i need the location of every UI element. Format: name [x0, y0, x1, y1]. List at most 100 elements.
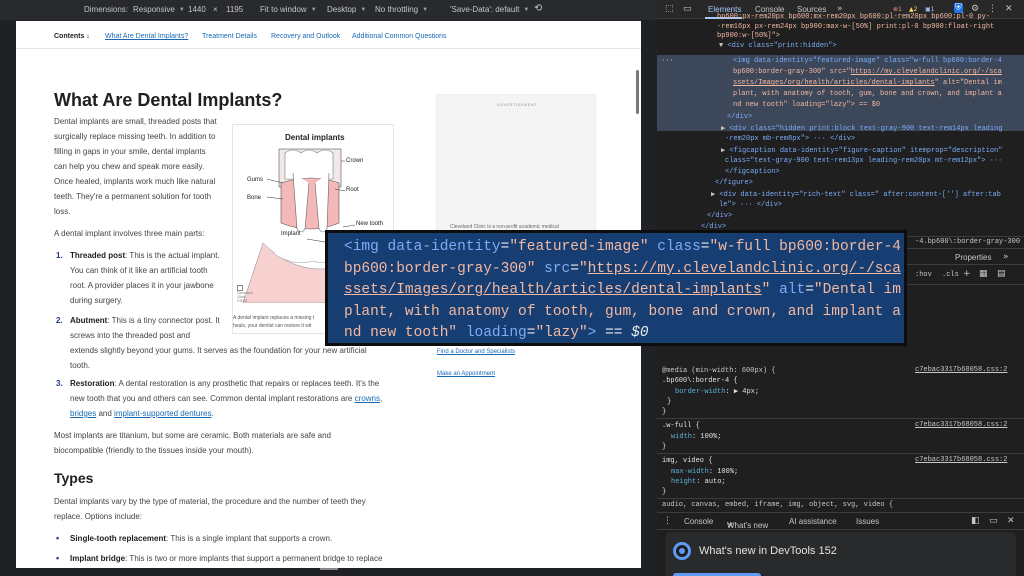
src-link[interactable]: ssets/Images/org/health/articles/dental-…: [733, 79, 935, 87]
css-declaration[interactable]: width: 100%;: [671, 432, 721, 442]
tt-link: ssets/Images/org/health/articles/dental-…: [344, 282, 762, 298]
intro-line: teeth. They're a permanent solution for …: [54, 192, 212, 201]
chevron-down-icon: ▼: [422, 6, 429, 13]
dom-line[interactable]: plant, with anatomy of tooth, gum, bone …: [733, 90, 1002, 100]
dom-line[interactable]: bp600:px-rem20px bp600:mx-rem20px bp600:…: [717, 13, 990, 23]
part-text: new tooth that you and others can see. C…: [70, 392, 382, 407]
throttling-dropdown[interactable]: No throttling ▼: [375, 5, 428, 14]
device-toggle-icon[interactable]: ▭: [683, 4, 692, 14]
nav-link-questions[interactable]: Additional Common Questions: [352, 33, 447, 40]
label-crown: Crown: [346, 158, 364, 164]
expand-drawer-icon[interactable]: ▭: [989, 516, 998, 526]
add-rule-icon[interactable]: +: [963, 269, 971, 279]
tt-val: bp600:border-gray-300": [344, 260, 536, 277]
drawer-tab-ai-assistance[interactable]: AI assistance: [789, 517, 837, 526]
rotate-icon[interactable]: ⟲: [534, 3, 542, 14]
tt-attr: alt: [770, 282, 806, 298]
cls-toggle[interactable]: .cls: [942, 271, 959, 279]
device-type-value: Desktop: [327, 5, 357, 14]
css-property: max-width: [671, 468, 709, 476]
dom-line[interactable]: ▶ <figcaption data-identity="figure-capt…: [721, 147, 1002, 157]
dom-line[interactable]: le"> ··· </div>: [719, 201, 782, 211]
devtools-drawer: ⋮ Console What's new ✕ AI assistance Iss…: [657, 512, 1024, 576]
src-link[interactable]: https://my.clevelandclinic.org/-/sca: [851, 68, 1002, 76]
dom-line[interactable]: nd new tooth" loading="lazy"> == $0: [733, 101, 880, 111]
types-intro-line: replace. Options include:: [54, 512, 143, 521]
extension-icon[interactable]: ⛨: [954, 3, 963, 13]
device-type-dropdown[interactable]: Desktop ▼: [327, 5, 366, 14]
dock-icon[interactable]: ◧: [971, 516, 980, 526]
dom-line[interactable]: class="text-gray-900 text-rem13px leadin…: [725, 157, 1006, 167]
page-scrollbar[interactable]: [636, 70, 639, 114]
css-declaration[interactable]: height: auto;: [671, 477, 726, 487]
tt-val: "Dental im: [813, 282, 901, 298]
type-text: : This is two or more implants that supp…: [125, 554, 383, 563]
nav-link-what-are[interactable]: What Are Dental Implants?: [105, 33, 188, 40]
info-badge[interactable]: ▣1: [925, 6, 935, 13]
dimensions-dropdown[interactable]: Dimensions: Responsive ▼: [84, 5, 185, 14]
link-implant-dentures[interactable]: implant-supported dentures: [114, 409, 211, 418]
dom-line[interactable]: </div>: [727, 113, 752, 123]
link-bridges[interactable]: bridges: [70, 409, 96, 418]
tt-eq: =: [805, 282, 814, 298]
stylesheet-link[interactable]: c7ebac3317b68058.css:2: [915, 366, 1007, 374]
part-text: You can think of it like an artificial t…: [70, 266, 208, 275]
contents-toggle[interactable]: Contents ↓: [54, 33, 90, 40]
inspect-icon[interactable]: ⬚: [665, 4, 674, 14]
error-badge[interactable]: ⊗1: [893, 6, 902, 13]
link-crowns[interactable]: crowns: [355, 394, 380, 403]
label-gums: Gums: [247, 177, 264, 183]
dom-line[interactable]: ssets/Images/org/health/articles/dental-…: [733, 79, 1002, 89]
hov-toggle[interactable]: :hov: [915, 271, 932, 279]
zoom-dropdown[interactable]: Fit to window ▼: [260, 5, 317, 14]
make-appointment-link[interactable]: Make an Appointment: [437, 371, 495, 377]
dom-line[interactable]: <img data-identity="featured-image" clas…: [733, 57, 1002, 67]
chevron-down-icon: ▼: [523, 6, 530, 13]
tt-link: https://my.clevelandclinic.org/-/sca: [587, 260, 901, 277]
dom-line[interactable]: </div>: [707, 212, 732, 222]
more-tabs-icon[interactable]: »: [1003, 252, 1009, 262]
css-value: : auto;: [696, 478, 726, 486]
figure-title: Dental implants: [285, 133, 345, 142]
width-input[interactable]: 1440: [188, 5, 206, 14]
css-declaration[interactable]: border-width: ▶ 4px;: [675, 387, 759, 397]
tab-properties[interactable]: Properties: [955, 253, 991, 262]
stylesheet-link[interactable]: c7ebac3317b68058.css:2: [915, 421, 1007, 429]
tt-attr: src: [535, 260, 571, 277]
stylesheet-link[interactable]: c7ebac3317b68058.css:2: [915, 456, 1007, 464]
nav-link-treatment[interactable]: Treatment Details: [202, 33, 257, 40]
tt-eq: =: [570, 260, 579, 277]
dom-line[interactable]: </figure>: [715, 179, 753, 189]
close-icon[interactable]: ✕: [1007, 516, 1015, 526]
dom-line[interactable]: bp600:border-gray-300" src="https://my.c…: [733, 68, 1002, 78]
nav-link-recovery[interactable]: Recovery and Outlook: [271, 33, 340, 40]
dom-line[interactable]: -rem20px mb-rem8px"> ··· </div>: [725, 135, 855, 145]
breadcrumb-item[interactable]: -4.bp600\:border-gray-300: [915, 238, 1020, 246]
computed-sidebar-icon[interactable]: ▤: [997, 269, 1006, 279]
figure-caption: A dental implant replaces a missing t: [233, 315, 315, 321]
warning-badge[interactable]: ▲2: [909, 6, 917, 13]
attr-value: nd new tooth" loading="lazy"> == $0: [733, 101, 881, 109]
drawer-tab-issues[interactable]: Issues: [856, 517, 879, 526]
close-icon[interactable]: ✕: [727, 521, 734, 530]
list-item: Abutment: This is a tiny connector post.…: [70, 314, 220, 329]
height-input[interactable]: 1195: [226, 5, 243, 14]
drawer-menu-icon[interactable]: ⋮: [663, 516, 672, 526]
attr-value: -rem16px px-rem24px bp900:max-w-[50%] pr…: [717, 23, 995, 31]
save-data-dropdown[interactable]: 'Save-Data': default ▼: [450, 5, 529, 14]
find-doctor-link[interactable]: Find a Doctor and Specialists: [437, 349, 515, 355]
dom-line[interactable]: ▶ <div data-identity="rich-text" class="…: [711, 191, 1001, 201]
dom-line[interactable]: ▶ <div class="hidden print:block text-gr…: [721, 125, 1002, 135]
chevron-down-icon: ▼: [310, 6, 317, 13]
element-code-tooltip: <img data-identity = "featured-image" clas…: [325, 230, 907, 346]
css-declaration[interactable]: max-width: 100%;: [671, 467, 738, 477]
types-intro-line: Dental implants vary by the type of mate…: [54, 497, 366, 506]
dom-line[interactable]: bp900:w-[50%]">: [717, 32, 780, 42]
dom-line[interactable]: </figcaption>: [725, 168, 780, 178]
resize-handle-bottom[interactable]: [320, 568, 338, 570]
dom-tag: </figcaption>: [725, 168, 780, 176]
close-icon[interactable]: ✕: [1005, 4, 1013, 14]
dom-line[interactable]: ▼ <div class="print:hidden">: [719, 42, 837, 52]
toggle-pane-icon[interactable]: ▦: [979, 269, 988, 279]
drawer-tab-console[interactable]: Console: [684, 517, 713, 526]
